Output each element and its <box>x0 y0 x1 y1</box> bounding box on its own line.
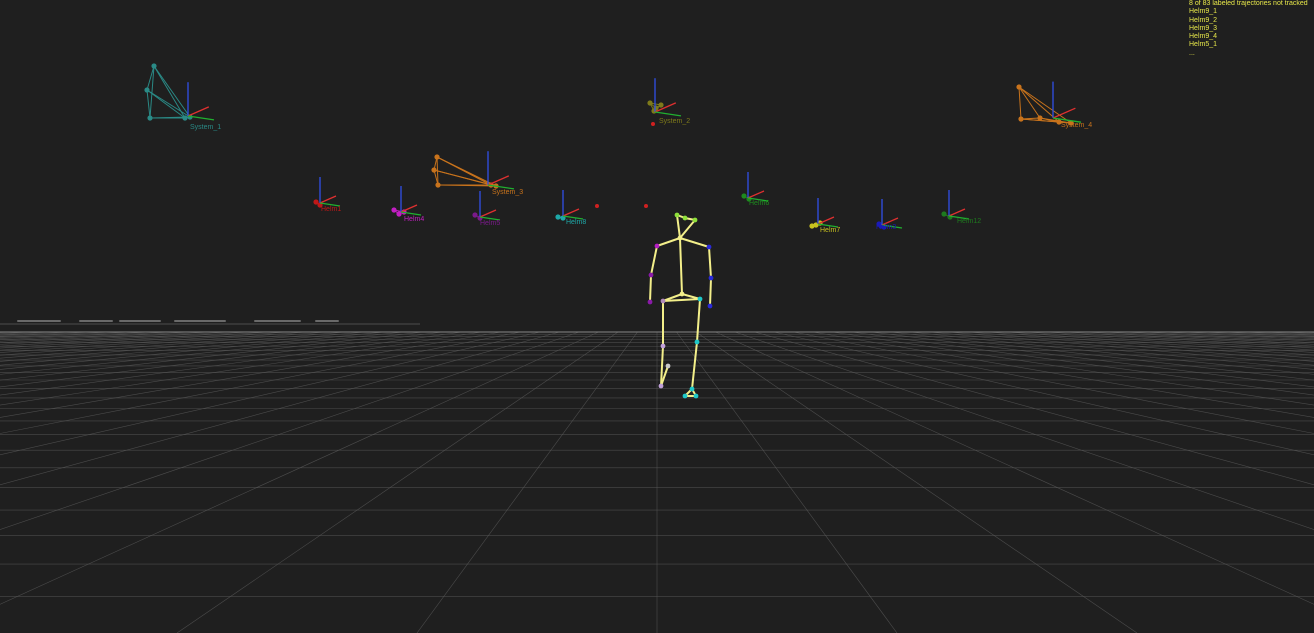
marker <box>658 102 664 108</box>
marker <box>431 167 437 173</box>
joint-marker <box>689 386 695 392</box>
joint-marker <box>665 363 671 369</box>
joint-marker <box>654 243 660 249</box>
joint-marker <box>647 299 653 305</box>
status-more: ... <box>1189 49 1195 57</box>
joint-marker <box>692 217 698 223</box>
axis-x <box>562 208 580 217</box>
3d-viewport[interactable]: System_1 System_2 System_3 System_4 Helm… <box>0 0 1314 633</box>
axis-x <box>319 195 337 204</box>
joint-marker <box>660 343 666 349</box>
axis-y <box>479 216 501 221</box>
unlabeled-marker <box>644 204 648 208</box>
rigid-body-helm4[interactable] <box>391 186 422 217</box>
marker <box>1018 116 1024 122</box>
rigid-body-helm5[interactable] <box>472 191 501 221</box>
bone <box>676 214 681 239</box>
marker <box>741 193 747 199</box>
bone <box>709 277 712 307</box>
axis-y <box>319 202 341 207</box>
marker <box>151 63 157 69</box>
rigid-body-system_4[interactable] <box>1016 81 1082 126</box>
bone <box>650 245 658 276</box>
joint-marker <box>682 215 688 221</box>
joint-marker <box>708 275 714 281</box>
axis-y <box>654 111 682 117</box>
marker <box>434 154 440 160</box>
axis-x <box>948 208 966 217</box>
marker <box>144 87 150 93</box>
bone <box>679 219 696 239</box>
joint-marker <box>679 291 685 297</box>
rigid-body-system_1[interactable] <box>144 63 215 121</box>
axis-x <box>400 204 418 213</box>
rigid-body-helm3[interactable] <box>876 199 903 230</box>
marker <box>941 211 947 217</box>
bone <box>679 237 710 248</box>
unlabeled-marker <box>595 204 599 208</box>
status-item: Helm9_3 <box>1189 24 1218 32</box>
axis-y <box>562 215 584 220</box>
joint-marker <box>658 383 664 389</box>
scene <box>144 63 1082 399</box>
marker <box>435 182 441 188</box>
bone <box>696 298 701 343</box>
joint-marker <box>648 272 654 278</box>
rigid-body-helm8[interactable] <box>555 190 584 221</box>
marker <box>396 211 402 217</box>
marker <box>391 207 397 213</box>
joint-marker <box>660 298 666 304</box>
status-item: Helm5_1 <box>1189 41 1218 49</box>
marker <box>1016 84 1022 90</box>
joint-marker <box>694 339 700 345</box>
status-item: Helm9_4 <box>1189 33 1218 41</box>
rigid-body-helm1[interactable] <box>313 177 341 208</box>
marker <box>1037 115 1043 121</box>
untracked-trajectories-panel: 8 of 83 labeled trajectories not tracked… <box>1189 0 1314 58</box>
status-item: Helm9_1 <box>1189 8 1218 16</box>
axis-y <box>817 223 839 228</box>
skeleton[interactable] <box>647 212 714 399</box>
bone <box>691 341 698 390</box>
joint-marker <box>697 296 703 302</box>
joint-marker <box>677 235 683 241</box>
axis-x <box>881 217 899 226</box>
joint-marker <box>693 393 699 399</box>
bone <box>649 274 652 303</box>
marker <box>182 115 188 121</box>
axis-x <box>487 175 510 186</box>
bone <box>708 246 712 279</box>
marker <box>147 115 153 121</box>
axis-x <box>187 106 210 117</box>
marker <box>472 212 478 218</box>
joint-marker <box>706 244 712 250</box>
axis-x <box>747 190 765 199</box>
unlabeled-marker <box>651 122 655 126</box>
axis-x <box>479 209 497 218</box>
status-header: 8 of 83 labeled trajectories not tracked <box>1189 0 1308 7</box>
bone <box>679 237 683 295</box>
rigid-body-helm12[interactable] <box>941 190 970 220</box>
rigid-body-helm6[interactable] <box>741 172 769 202</box>
joint-marker <box>674 212 680 218</box>
rigid-body-system_2[interactable] <box>647 78 682 117</box>
rigid-body-system_3[interactable] <box>431 151 515 190</box>
marker <box>647 100 653 106</box>
marker <box>1056 119 1062 125</box>
joint-marker <box>682 393 688 399</box>
marker <box>555 214 561 220</box>
joint-marker <box>707 303 713 309</box>
rigid-body-helm7[interactable] <box>809 198 839 229</box>
bone <box>656 237 681 247</box>
status-item: Helm9_2 <box>1189 16 1218 24</box>
